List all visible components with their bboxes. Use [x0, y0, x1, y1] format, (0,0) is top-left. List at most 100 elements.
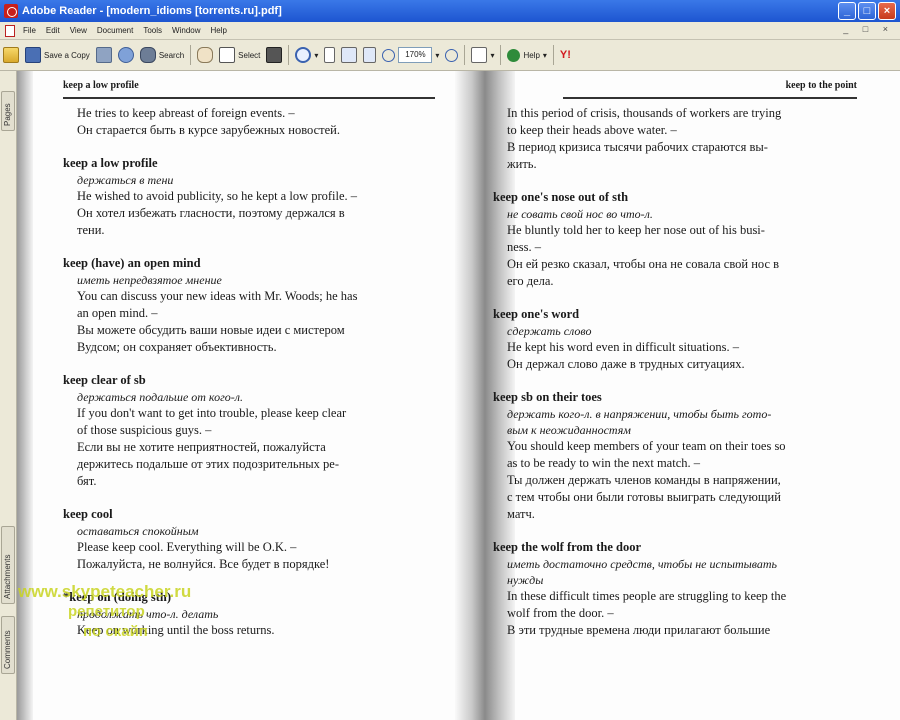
- example-line: держитесь подальше от этих подозрительны…: [77, 457, 340, 471]
- zoom-tool-button[interactable]: ▾: [292, 43, 321, 67]
- menu-tools[interactable]: Tools: [138, 26, 167, 35]
- dictionary-entry: keep one's nose out of sth не совать сво…: [493, 189, 857, 290]
- watermark-line2: репетитор: [68, 603, 145, 620]
- toolbar-separator: [464, 45, 466, 65]
- menu-document[interactable]: Document: [92, 26, 138, 35]
- maximize-button[interactable]: □: [858, 2, 876, 20]
- yahoo-icon: Y!: [559, 49, 571, 61]
- idiom-translation: оставаться спокойным: [77, 524, 199, 538]
- right-page: keep to the point In this period of cris…: [493, 71, 857, 655]
- header-rule: [563, 97, 857, 99]
- example-line: He wished to avoid publicity, so he kept…: [77, 189, 358, 203]
- dictionary-entry: keep clear of sb держаться подальше от к…: [63, 372, 435, 490]
- idiom-translation: держаться в тени: [77, 173, 174, 187]
- example-line: to keep their heads above water. –: [507, 123, 677, 137]
- example-line: He kept his word even in difficult situa…: [507, 340, 740, 354]
- document-icon[interactable]: [5, 24, 15, 37]
- tab-comments-label: Comments: [3, 630, 12, 669]
- idiom-term: keep a low profile: [63, 156, 158, 170]
- select-tool-button[interactable]: Select: [216, 43, 263, 67]
- idiom-term: keep cool: [63, 507, 113, 521]
- idiom-term: keep one's nose out of sth: [493, 190, 629, 204]
- help-button[interactable]: Help ▾: [504, 43, 549, 67]
- example-line: wolf from the door. –: [507, 606, 614, 620]
- menu-window[interactable]: Window: [167, 26, 205, 35]
- idiom-translation: иметь непредвзятое мнение: [77, 273, 222, 287]
- save-copy-button[interactable]: Save a Copy: [22, 43, 93, 67]
- idiom-translation: нужды: [507, 573, 544, 587]
- hand-tool-button[interactable]: [194, 43, 216, 67]
- search-label: Search: [158, 50, 185, 60]
- help-icon: [507, 48, 521, 62]
- yahoo-button[interactable]: Y!: [557, 43, 574, 67]
- idiom-translation: не совать свой нос во что-л.: [507, 207, 653, 221]
- chevron-down-icon: ▾: [542, 50, 547, 60]
- example-line: бят.: [77, 474, 97, 488]
- chevron-down-icon: ▾: [490, 50, 495, 60]
- example-line: В период кризиса тысячи рабочих стараютс…: [507, 140, 768, 154]
- zoom-in-button[interactable]: [442, 43, 461, 67]
- example-line: Он держал слово даже в трудных ситуациях…: [507, 357, 745, 371]
- example-line: Он ей резко сказал, чтобы она не совала …: [507, 257, 780, 271]
- tab-pages-label: Pages: [3, 103, 12, 126]
- example-line: He tries to keep abreast of foreign even…: [77, 106, 295, 120]
- example-line: ness. –: [507, 240, 542, 254]
- snapshot-button[interactable]: [263, 43, 285, 67]
- example-line: Вудсом; он сохраняет объективность.: [77, 340, 277, 354]
- tab-pages[interactable]: Pages: [1, 91, 15, 131]
- close-button[interactable]: ×: [878, 2, 896, 20]
- dictionary-entry: keep cool оставаться спокойным Please ke…: [63, 506, 435, 573]
- minimize-button[interactable]: _: [838, 2, 856, 20]
- idiom-term: keep clear of sb: [63, 373, 146, 387]
- idiom-term: keep one's word: [493, 307, 580, 321]
- open-button[interactable]: [0, 43, 22, 67]
- save-copy-label: Save a Copy: [44, 50, 90, 60]
- example-line: Он хотел избежать гласности, поэтому дер…: [77, 206, 345, 220]
- menu-edit[interactable]: Edit: [41, 26, 65, 35]
- fit-width-button[interactable]: [360, 43, 379, 67]
- window-title: Adobe Reader - [modern_idioms [torrents.…: [22, 5, 282, 17]
- menu-file[interactable]: File: [18, 26, 41, 35]
- print-button[interactable]: [93, 43, 115, 67]
- zoom-dropdown[interactable]: ▾: [432, 43, 442, 67]
- zoom-level-field[interactable]: 170%: [398, 47, 433, 63]
- chevron-down-icon: ▾: [314, 50, 319, 60]
- toolbar-separator: [552, 45, 554, 65]
- running-head-left: keep a low profile: [63, 80, 139, 91]
- fit-page-button[interactable]: [338, 43, 360, 67]
- actual-size-icon: [324, 47, 336, 63]
- rotate-view-button[interactable]: ▾: [468, 43, 497, 67]
- title-bar: Adobe Reader - [modern_idioms [torrents.…: [0, 0, 900, 22]
- email-icon: [117, 47, 134, 63]
- menu-help[interactable]: Help: [206, 26, 232, 35]
- example-line: Он старается быть в курсе зарубежных нов…: [77, 123, 340, 137]
- running-head-right: keep to the point: [785, 80, 857, 91]
- dictionary-entry: He tries to keep abreast of foreign even…: [63, 105, 435, 139]
- rotate-icon: [471, 47, 488, 63]
- toolbar-separator: [500, 45, 502, 65]
- window-controls: _ □ ×: [838, 2, 896, 20]
- email-button[interactable]: [115, 43, 137, 67]
- zoom-out-button[interactable]: [379, 43, 398, 67]
- camera-icon: [266, 47, 283, 63]
- binoculars-icon: [139, 47, 156, 63]
- toolbar-separator: [190, 45, 192, 65]
- chevron-down-icon: ▾: [435, 50, 440, 60]
- select-label: Select: [238, 50, 261, 60]
- tab-attachments[interactable]: Attachments: [1, 526, 15, 604]
- example-line: In this period of crisis, thousands of w…: [507, 106, 782, 120]
- search-button[interactable]: Search: [137, 43, 187, 67]
- example-line: жить.: [507, 157, 537, 171]
- menu-bar: File Edit View Document Tools Window Hel…: [0, 22, 900, 40]
- example-line: If you don't want to get into trouble, p…: [77, 406, 347, 420]
- example-line: Вы можете обсудить ваши новые идеи с мис…: [77, 323, 345, 337]
- document-window-controls[interactable]: _ □ ×: [843, 24, 894, 34]
- actual-size-button[interactable]: [321, 43, 338, 67]
- dictionary-entry: keep sb on their toes держать кого-л. в …: [493, 389, 857, 523]
- tab-comments[interactable]: Comments: [1, 616, 15, 674]
- example-line: as to be ready to win the next match. –: [507, 456, 700, 470]
- header-rule: [63, 97, 435, 99]
- help-label: Help: [523, 50, 540, 60]
- printer-icon: [95, 47, 112, 63]
- menu-view[interactable]: View: [65, 26, 92, 35]
